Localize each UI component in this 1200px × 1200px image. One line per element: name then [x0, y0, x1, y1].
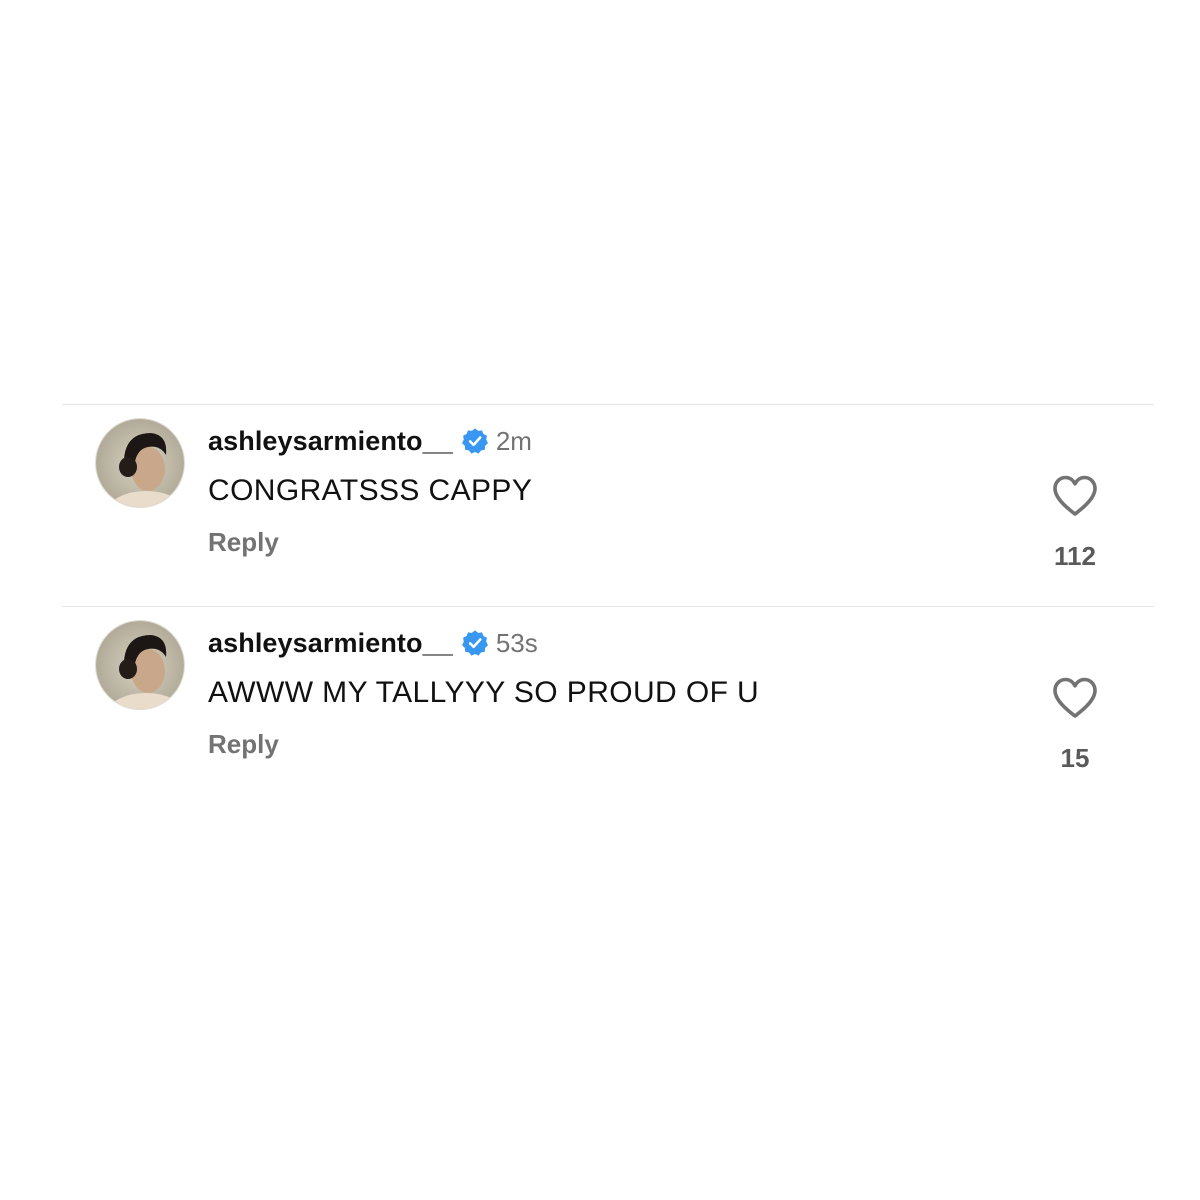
comment-item: ashleysarmiento__ 2m CONGRATSSS CAPPY Re… — [0, 404, 1200, 604]
heart-outline-icon[interactable] — [1051, 676, 1099, 720]
avatar[interactable] — [95, 620, 185, 710]
like-count: 15 — [1060, 743, 1090, 773]
username[interactable]: ashleysarmiento__ — [208, 628, 453, 659]
comment-header: ashleysarmiento__ 53s — [208, 626, 538, 660]
like-area: 112 — [1035, 474, 1115, 572]
timestamp: 2m — [495, 425, 532, 456]
heart-outline-icon[interactable] — [1051, 474, 1099, 518]
avatar[interactable] — [95, 418, 185, 508]
reply-button[interactable]: Reply — [208, 527, 279, 558]
comment-item: ashleysarmiento__ 53s AWWW MY TALLYYY SO… — [0, 606, 1200, 806]
avatar-image — [96, 621, 184, 709]
comments-section: ashleysarmiento__ 2m CONGRATSSS CAPPY Re… — [0, 0, 1200, 1200]
username[interactable]: ashleysarmiento__ — [208, 426, 453, 457]
like-count: 112 — [1054, 541, 1096, 571]
verified-badge-icon — [461, 427, 489, 455]
comment-text: CONGRATSSS CAPPY — [208, 474, 533, 507]
timestamp: 53s — [495, 627, 538, 658]
like-area: 15 — [1035, 676, 1115, 774]
avatar-image — [96, 419, 184, 507]
reply-button[interactable]: Reply — [208, 729, 279, 760]
comment-header: ashleysarmiento__ 2m — [208, 424, 532, 458]
verified-badge-icon — [461, 629, 489, 657]
comment-text: AWWW MY TALLYYY SO PROUD OF U — [208, 676, 760, 709]
